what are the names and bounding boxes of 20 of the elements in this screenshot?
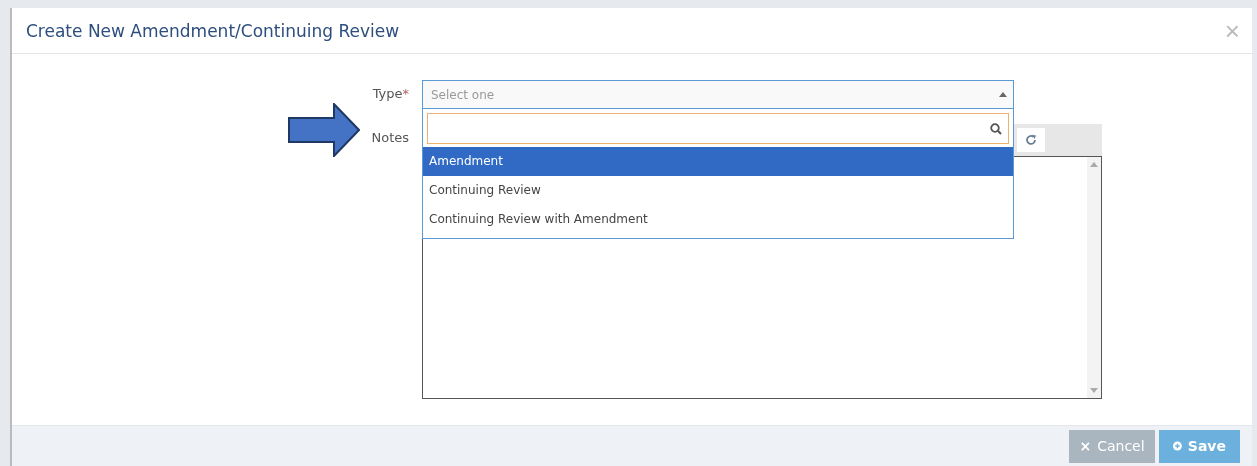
search-field[interactable] (427, 113, 1009, 144)
field-label: Notes (371, 130, 409, 145)
dialog-title: Create New Amendment/Continuing Review (26, 20, 400, 41)
type-select[interactable]: Select one (422, 80, 1014, 109)
close-button[interactable]: × (1224, 17, 1240, 44)
field-label: Type* (372, 86, 409, 101)
search-icon (990, 122, 1002, 135)
dropdown-option[interactable]: Continuing Review with Amendment (423, 205, 1013, 234)
plus-circle-icon (1173, 439, 1182, 453)
arrow-annotation (288, 103, 360, 157)
redo-button[interactable] (1017, 128, 1045, 152)
redo-icon (1025, 134, 1037, 146)
scrollbar[interactable] (1087, 157, 1101, 398)
save-button[interactable]: Save (1159, 429, 1240, 463)
dropdown-option[interactable]: Continuing Review (423, 176, 1013, 205)
scroll-down-icon[interactable] (1090, 388, 1098, 393)
caret-icon (999, 92, 1007, 97)
cancel-button[interactable]: × Cancel (1069, 429, 1155, 463)
dropdown-option[interactable]: Amendment (423, 147, 1013, 176)
scroll-up-icon[interactable] (1090, 162, 1098, 167)
